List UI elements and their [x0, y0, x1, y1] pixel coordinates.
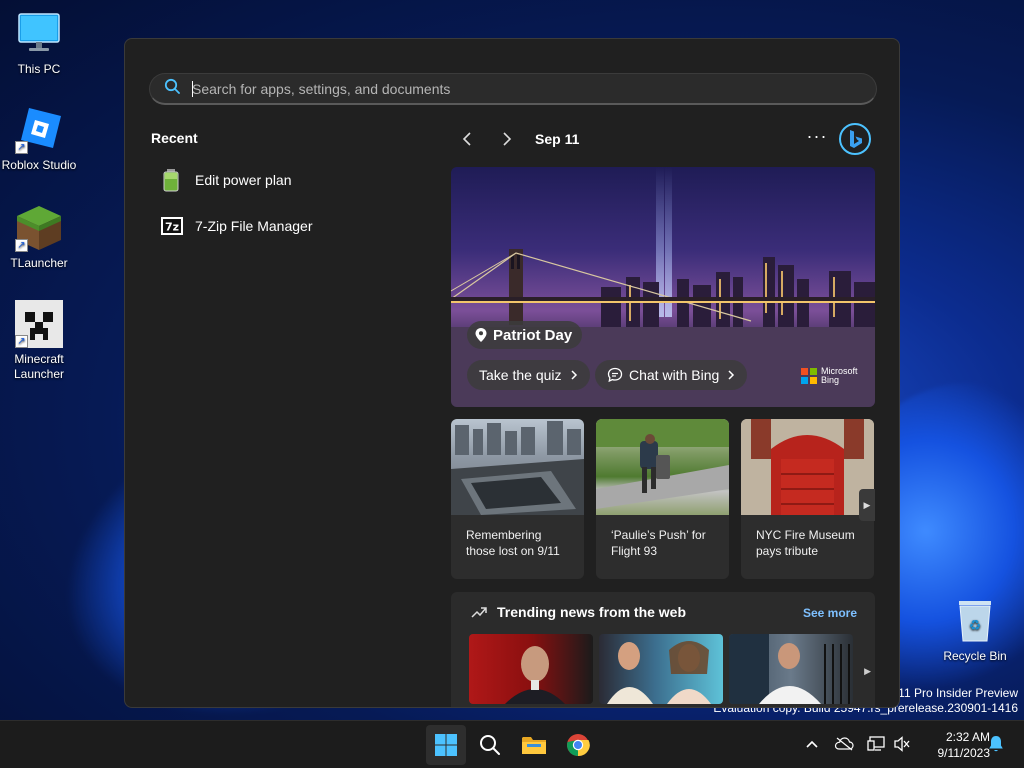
microsoft-logo-icon	[801, 368, 817, 384]
bing-chat-button[interactable]	[838, 122, 872, 156]
highlights-nav: Sep 11 ···	[451, 122, 877, 156]
desktop-icon-label: This PC	[17, 62, 61, 76]
search-input[interactable]	[192, 80, 832, 97]
roblox-studio-icon: ↗	[15, 106, 63, 154]
trending-thumbnail[interactable]	[729, 634, 853, 704]
search-icon	[164, 78, 180, 99]
7zip-icon: 7z	[161, 214, 195, 238]
take-quiz-label: Take the quiz	[479, 367, 562, 383]
trending-news-section: Trending news from the web See more ▶	[451, 592, 875, 707]
network-button[interactable]	[865, 733, 887, 755]
desktop-icon-label: TLauncher	[10, 256, 68, 270]
chrome-icon	[567, 734, 590, 757]
bell-icon	[989, 736, 1003, 752]
chat-with-bing-label: Chat with Bing	[629, 367, 720, 383]
chevron-right-icon	[503, 132, 512, 146]
story-title: Remembering those lost on 9/11	[466, 528, 560, 558]
location-pill[interactable]: Patriot Day	[467, 321, 583, 349]
svg-text:7z: 7z	[165, 221, 179, 234]
chevron-up-icon	[806, 740, 818, 748]
more-options-button[interactable]: ···	[803, 125, 831, 153]
desktop-icon-roblox-studio[interactable]: ↗ Roblox Studio	[0, 106, 78, 173]
story-card[interactable]: NYC Fire Museum pays tribute	[741, 419, 874, 579]
microsoft-bing-logo: Microsoft Bing	[801, 367, 858, 385]
desktop-icon-recycle-bin[interactable]: ♻ Recycle Bin	[936, 597, 1014, 664]
bing-icon	[839, 123, 871, 155]
chevron-left-icon	[462, 132, 471, 146]
recent-item-7zip[interactable]: 7z 7-Zip File Manager	[151, 206, 411, 246]
windows-logo-icon	[435, 734, 457, 756]
desktop-icon-label: Recycle Bin	[943, 649, 1007, 663]
chevron-right-icon	[728, 370, 735, 380]
chat-bubble-icon	[607, 367, 623, 383]
desktop-icon-tlauncher[interactable]: ↗ TLauncher	[0, 204, 78, 271]
battery-icon	[161, 168, 195, 192]
network-monitor-icon	[867, 736, 885, 751]
trending-next-button[interactable]: ▶	[864, 666, 871, 677]
monitor-icon	[15, 10, 63, 58]
clock-time: 2:32 AM	[945, 730, 990, 744]
story-card[interactable]: ‘Paulie’s Push’ for Flight 93	[596, 419, 729, 579]
trending-title: Trending news from the web	[497, 604, 687, 620]
shortcut-arrow-icon: ↗	[15, 141, 28, 154]
story-image-fire-museum	[741, 419, 874, 515]
notifications-button[interactable]	[985, 733, 1007, 755]
folder-icon	[522, 737, 546, 754]
trending-thumbnail[interactable]	[469, 634, 593, 704]
search-box[interactable]	[149, 73, 877, 105]
trending-arrow-icon	[471, 607, 487, 618]
recycle-bin-icon: ♻	[951, 597, 999, 645]
creeper-icon: ↗	[15, 300, 63, 348]
chrome-button[interactable]	[558, 725, 598, 765]
cloud-offline-icon	[834, 737, 854, 751]
volume-button[interactable]	[891, 733, 913, 755]
desktop-icon-minecraft-launcher[interactable]: ↗ Minecraft Launcher	[0, 300, 78, 382]
location-label: Patriot Day	[493, 326, 573, 344]
story-cards: Remembering those lost on 9/11 ‘Paulie’s…	[451, 419, 877, 579]
story-title: ‘Paulie’s Push’ for Flight 93	[611, 528, 706, 558]
clock-date: 9/11/2023	[937, 746, 991, 760]
shortcut-arrow-icon: ↗	[15, 335, 28, 348]
taskbar: 2:32 AM 9/11/2023	[0, 720, 1024, 768]
highlight-date: Sep 11	[535, 131, 580, 147]
story-title: NYC Fire Museum pays tribute	[756, 528, 855, 558]
story-card[interactable]: Remembering those lost on 9/11	[451, 419, 584, 579]
trending-heading: Trending news from the web	[471, 604, 686, 620]
onedrive-button[interactable]	[833, 733, 855, 755]
file-explorer-button[interactable]	[514, 725, 554, 765]
location-pin-icon	[475, 328, 487, 342]
desktop-icon-label: Minecraft Launcher	[13, 352, 65, 381]
recent-heading: Recent	[151, 130, 198, 146]
desktop-icon-label: Roblox Studio	[1, 158, 77, 172]
show-hidden-icons-button[interactable]	[801, 733, 823, 755]
volume-muted-icon	[894, 736, 910, 752]
chevron-right-icon	[570, 370, 577, 380]
taskbar-search-button[interactable]	[470, 725, 510, 765]
recent-item-edit-power-plan[interactable]: Edit power plan	[151, 160, 411, 200]
hero-card[interactable]: Patriot Day Take the quiz Chat with Bing…	[451, 167, 875, 407]
take-quiz-button[interactable]: Take the quiz	[467, 360, 590, 390]
previous-day-button[interactable]	[451, 125, 483, 153]
brand-line-2: Bing	[821, 375, 840, 385]
see-more-link[interactable]: See more	[803, 606, 857, 620]
story-image-memorial	[451, 419, 584, 515]
shortcut-arrow-icon: ↗	[15, 239, 28, 252]
cards-next-button[interactable]: ▶	[859, 489, 875, 521]
grass-block-icon: ↗	[15, 204, 63, 252]
recent-item-label: Edit power plan	[195, 172, 292, 188]
next-day-button[interactable]	[491, 125, 523, 153]
chat-with-bing-button[interactable]: Chat with Bing	[595, 360, 748, 390]
story-image-runner	[596, 419, 729, 515]
search-flyout: Recent Edit power plan 7z 7-Zip File Man…	[124, 38, 900, 708]
trending-thumbnail[interactable]	[599, 634, 723, 704]
search-icon	[480, 735, 500, 755]
svg-text:♻: ♻	[969, 618, 982, 634]
recent-item-label: 7-Zip File Manager	[195, 218, 313, 234]
trending-thumbnails	[469, 634, 853, 704]
clock[interactable]: 2:32 AM 9/11/2023	[918, 729, 991, 761]
desktop-icon-this-pc[interactable]: This PC	[0, 10, 78, 77]
start-button[interactable]	[426, 725, 466, 765]
